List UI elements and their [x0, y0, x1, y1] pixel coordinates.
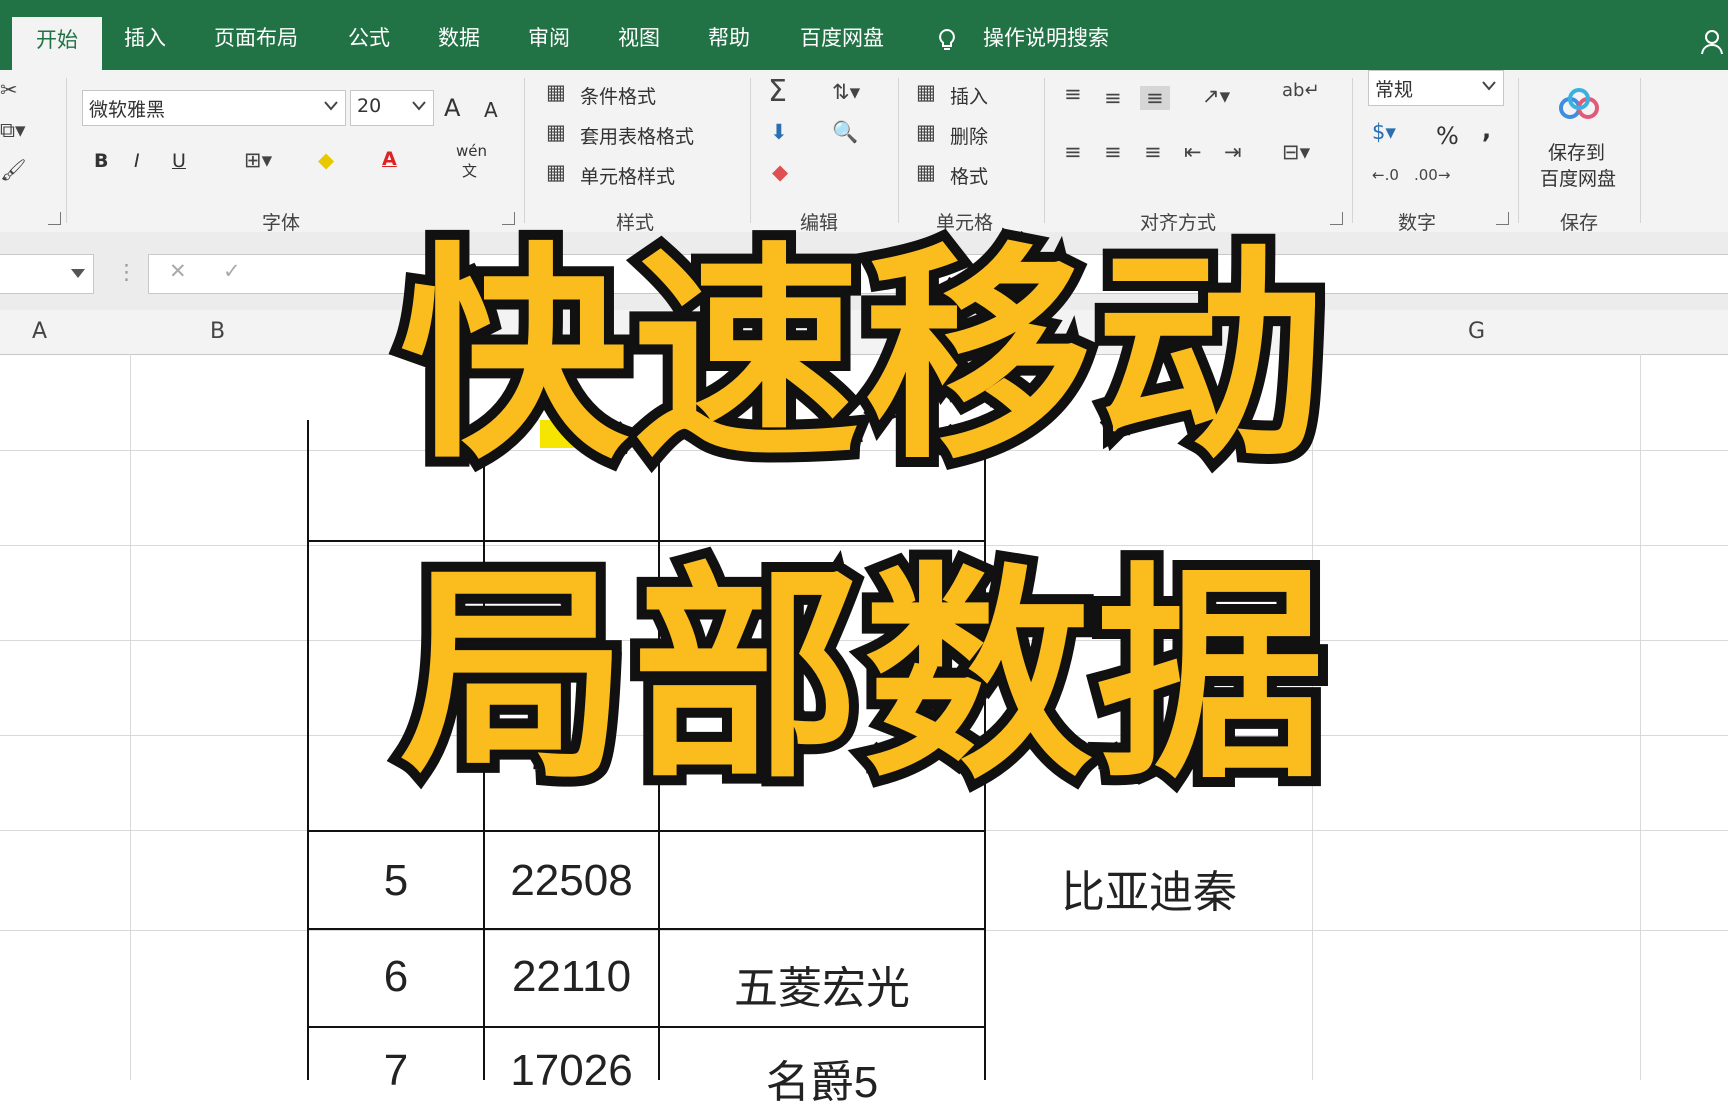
ribbon-tab-bar: 开始 插入 页面布局 公式 数据 审阅 视图 帮助 百度网盘 操作说明搜索	[0, 0, 1728, 70]
font-size-combo[interactable]: 20	[350, 90, 434, 126]
tab-insert[interactable]: 插入	[124, 18, 166, 58]
format-cells-icon: ▦	[916, 160, 936, 184]
align-bottom-icon[interactable]: ≡	[1140, 86, 1170, 110]
table-format-icon: ▦	[546, 120, 566, 144]
right-list-cell[interactable]: 比亚迪秦	[986, 856, 1312, 920]
lightbulb-icon	[939, 28, 955, 50]
align-left-icon[interactable]: ≡	[1064, 140, 1082, 164]
align-right-icon[interactable]: ≡	[1144, 140, 1162, 164]
align-middle-icon[interactable]: ≡	[1104, 86, 1122, 110]
delete-cells-button[interactable]: 删除	[950, 122, 988, 149]
phonetic-button[interactable]: wén	[456, 142, 487, 160]
percent-style-button[interactable]: %	[1436, 122, 1459, 150]
tab-baidu-netdisk[interactable]: 百度网盘	[800, 18, 884, 58]
shrink-font-button[interactable]: A	[484, 98, 498, 122]
tab-data[interactable]: 数据	[438, 18, 480, 58]
number-launcher-icon[interactable]	[1496, 212, 1509, 225]
save-to-baidu-line2[interactable]: 百度网盘	[1540, 164, 1616, 191]
increase-indent-icon[interactable]: ⇥	[1224, 140, 1242, 164]
chevron-down-icon	[412, 101, 426, 111]
number-format-combo[interactable]: 常规	[1368, 70, 1504, 106]
tab-help[interactable]: 帮助	[708, 18, 750, 58]
fill-color-icon[interactable]: ◆	[318, 148, 334, 172]
cell-styles-icon: ▦	[546, 160, 566, 184]
table-cell-rank[interactable]: 5	[309, 856, 483, 906]
increase-decimal-icon[interactable]: ←.0	[1372, 166, 1399, 184]
overlay-title-line1: 快速移动	[390, 216, 1334, 496]
tab-home[interactable]: 开始	[12, 17, 102, 70]
conditional-format-icon: ▦	[546, 80, 566, 104]
font-name-combo[interactable]: 微软雅黑	[82, 90, 346, 126]
cell-styles-button[interactable]: 单元格样式	[580, 162, 675, 189]
borders-icon[interactable]: ⊞▾	[244, 148, 272, 172]
orientation-icon[interactable]: ↗▾	[1202, 84, 1230, 108]
table-cell-sales[interactable]: 22508	[485, 856, 658, 906]
phonetic-label: 文	[462, 162, 478, 180]
table-cell-rank[interactable]: 7	[309, 1046, 483, 1096]
tell-me-search[interactable]: 操作说明搜索	[983, 18, 1109, 58]
table-cell-sales[interactable]: 17026	[485, 1046, 658, 1096]
clipboard-launcher-icon[interactable]	[48, 212, 61, 225]
table-cell-rank[interactable]: 6	[309, 952, 483, 1002]
sort-filter-icon[interactable]: ⇅▾	[832, 80, 860, 104]
alignment-launcher-icon[interactable]	[1330, 212, 1343, 225]
merge-center-icon[interactable]: ⊟▾	[1282, 140, 1310, 164]
comma-style-button[interactable]: ,	[1482, 116, 1491, 144]
format-painter-icon[interactable]: 🖌	[0, 158, 27, 183]
tab-formulas[interactable]: 公式	[348, 18, 390, 58]
autosum-icon[interactable]: Σ	[768, 74, 787, 109]
font-color-button[interactable]: A	[382, 148, 397, 170]
share-user-icon[interactable]	[1700, 28, 1728, 56]
find-select-icon[interactable]: 🔍	[832, 120, 858, 145]
fill-down-icon[interactable]: ⬇	[770, 120, 788, 144]
clear-icon[interactable]: ◆	[772, 160, 788, 184]
italic-button[interactable]: I	[134, 150, 140, 172]
decrease-decimal-icon[interactable]: .00→	[1414, 166, 1450, 184]
wrap-text-icon[interactable]: ab↵	[1282, 80, 1320, 101]
conditional-format-button[interactable]: 条件格式	[580, 82, 656, 109]
bold-button[interactable]: B	[94, 150, 108, 172]
chevron-down-icon	[1482, 81, 1496, 91]
tab-page-layout[interactable]: 页面布局	[214, 18, 298, 58]
tab-review[interactable]: 审阅	[528, 18, 570, 58]
table-cell-sales[interactable]: 22110	[485, 952, 658, 1002]
copy-icon[interactable]: ⧉▾	[0, 118, 26, 143]
align-top-icon[interactable]: ≡	[1064, 82, 1082, 106]
align-center-icon[interactable]: ≡	[1104, 140, 1122, 164]
baidu-cloud-icon[interactable]	[1556, 88, 1602, 124]
table-cell-model[interactable]: 名爵5	[660, 1046, 984, 1110]
grow-font-button[interactable]: A	[444, 94, 460, 122]
overlay-title-line2: 局部数据	[390, 536, 1334, 816]
currency-format-icon[interactable]: $▾	[1372, 120, 1396, 144]
delete-cells-icon: ▦	[916, 120, 936, 144]
insert-cells-icon: ▦	[916, 80, 936, 104]
tab-view[interactable]: 视图	[618, 18, 660, 58]
decrease-indent-icon[interactable]: ⇤	[1184, 140, 1202, 164]
insert-cells-button[interactable]: 插入	[950, 82, 988, 109]
underline-button[interactable]: U	[172, 150, 186, 172]
format-as-table-button[interactable]: 套用表格格式	[580, 122, 694, 149]
format-cells-button[interactable]: 格式	[950, 162, 988, 189]
save-to-baidu-line1[interactable]: 保存到	[1548, 138, 1605, 165]
ribbon-home: ✂ ⧉▾ 🖌 微软雅黑 20 A A B I U ⊞▾ ◆ A wén 文 字体…	[0, 70, 1728, 234]
cut-icon[interactable]: ✂	[0, 78, 18, 102]
chevron-down-icon	[324, 101, 338, 111]
table-cell-model[interactable]: 五菱宏光	[660, 952, 984, 1016]
